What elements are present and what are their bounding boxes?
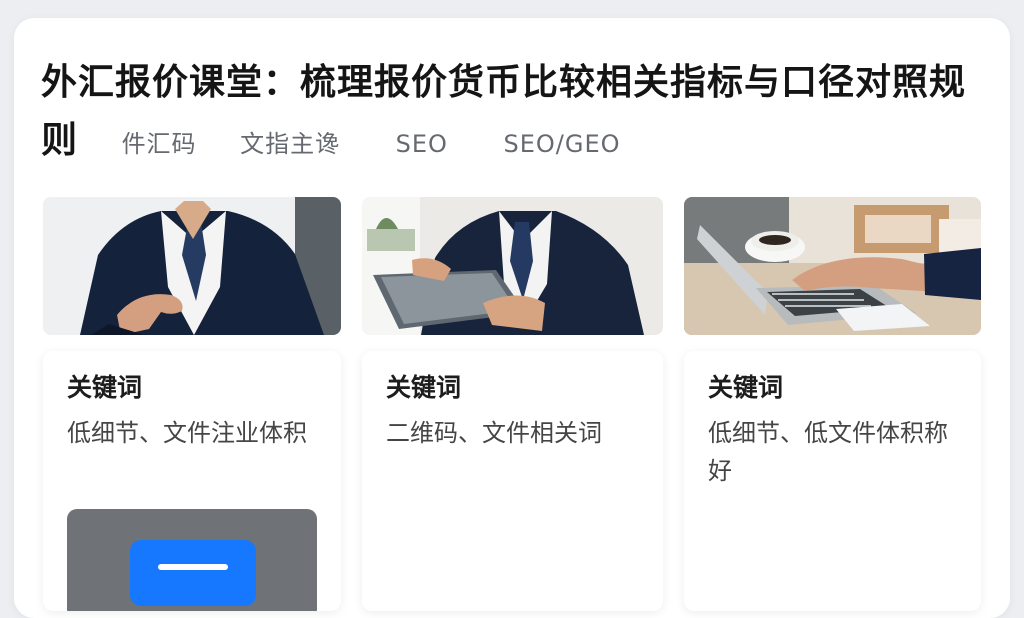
businessman-photo-image [43, 197, 341, 335]
tag-2[interactable]: 文指主谗 [240, 130, 340, 158]
keyword-card[interactable]: 关键词 低细节、低文件体积称好 [684, 351, 981, 611]
tag-3[interactable]: SEO [396, 130, 448, 158]
keyword-card[interactable]: 关键词 低细节、文件注业体积 [43, 351, 341, 611]
businessman-photo [43, 197, 341, 335]
tag-1[interactable]: 件汇码 [122, 130, 197, 158]
document-action-button[interactable] [130, 540, 256, 606]
card-description: 低细节、文件注业体积 [67, 419, 307, 447]
card-title: 关键词 [386, 373, 462, 402]
card-title: 关键词 [67, 373, 143, 402]
article-title-block: 外汇报价课堂：梳理报价货币比较相关指标与口径对照规则 件汇码 文指主谗 SEO … [41, 54, 991, 173]
laptop-photo-image [684, 197, 981, 335]
tablet-photo-image [362, 197, 663, 335]
article-page: 外汇报价课堂：梳理报价货币比较相关指标与口径对照规则 件汇码 文指主谗 SEO … [14, 18, 1010, 618]
keyword-card[interactable]: 关键词 二维码、文件相关词 [362, 351, 663, 611]
laptop-photo [684, 197, 981, 335]
card-description: 二维码、文件相关词 [386, 419, 602, 447]
preview-panel [67, 509, 317, 611]
card-title: 关键词 [708, 373, 784, 402]
card-description: 低细节、低文件体积称好 [708, 419, 948, 485]
document-lines-icon [158, 564, 228, 570]
tag-4[interactable]: SEO/GEO [504, 130, 621, 158]
tablet-photo [362, 197, 663, 335]
